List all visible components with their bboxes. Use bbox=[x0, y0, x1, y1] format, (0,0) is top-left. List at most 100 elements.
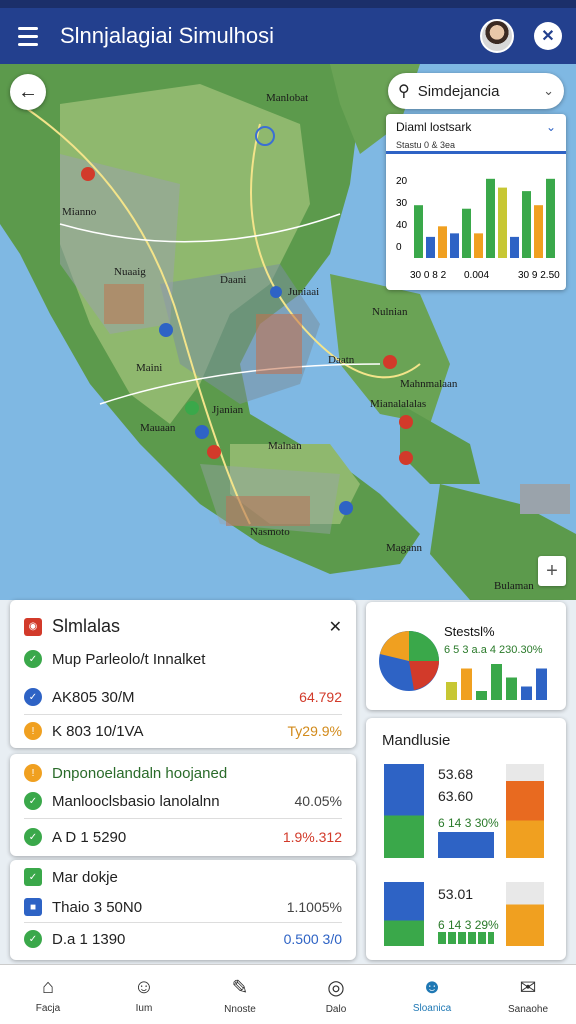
nav-item-active[interactable]: ☻ Sloanica bbox=[384, 965, 480, 1024]
map-label: Jjanian bbox=[212, 404, 244, 416]
mini-chart-title: Diaml lostsark bbox=[396, 120, 472, 134]
panel-title: Mandlusie bbox=[382, 732, 451, 749]
nav-item-tag[interactable]: ✎ Nnoste bbox=[192, 965, 288, 1024]
summary-panel: ◉ Slmlalas ✕ ✓ Mup Parleolo/t Innalket ✓… bbox=[10, 600, 356, 748]
bar-block bbox=[506, 882, 544, 946]
map-label: Manlobat bbox=[266, 92, 309, 104]
bar-block bbox=[506, 764, 544, 858]
x-tick-label: 30 0 8 2 bbox=[410, 270, 447, 281]
row-label: D.a 1 1390 bbox=[52, 930, 126, 948]
row-label: A D 1 5290 bbox=[52, 828, 127, 846]
x-tick-label: 0.004 bbox=[464, 270, 489, 281]
menu-icon[interactable] bbox=[0, 8, 56, 64]
map-label: Daatn bbox=[328, 354, 355, 366]
mini-chart-subtitle: Stastu 0 & 3ea bbox=[396, 140, 456, 150]
bar bbox=[486, 178, 495, 258]
row-value: 0.500 3/0 bbox=[283, 931, 342, 947]
chat-icon: ✉ bbox=[519, 976, 537, 999]
row-label: Manlooclsbasio lanolalnn bbox=[52, 792, 220, 810]
block-pct: 6 14 3 30% bbox=[438, 816, 499, 830]
nav-label: Sloanica bbox=[412, 1002, 452, 1014]
check-icon: ✓ bbox=[24, 868, 42, 886]
warning-icon: ! bbox=[24, 764, 42, 782]
y-tick-label: 0 bbox=[396, 242, 402, 253]
info-panel: ! Dnponoelandaln hoojaned ✓ Manlooclsbas… bbox=[10, 754, 356, 856]
stats-title: Stestsl% bbox=[444, 624, 495, 639]
stat-bar bbox=[536, 668, 547, 700]
y-tick-label: 40 bbox=[396, 220, 408, 231]
bar-block bbox=[438, 932, 494, 944]
bar bbox=[534, 205, 543, 258]
bar bbox=[438, 226, 447, 258]
bar-block bbox=[384, 882, 424, 946]
bar bbox=[546, 178, 555, 258]
row-value: 1.1005% bbox=[286, 899, 342, 915]
check-icon: ✓ bbox=[24, 930, 42, 948]
details-panel: ✓ Mar dokje ■ Thaio 3 50N0 1.1005% ✓ D.a… bbox=[10, 860, 356, 960]
bar bbox=[462, 208, 471, 258]
map-label: Mianalalalas bbox=[370, 398, 427, 410]
bar bbox=[474, 233, 483, 258]
map-label: Maini bbox=[136, 362, 163, 374]
check-icon: ✓ bbox=[24, 650, 42, 668]
nav-label: Sanaohe bbox=[507, 1003, 549, 1015]
location-icon: ◎ bbox=[327, 976, 345, 999]
stat-bar bbox=[476, 691, 487, 700]
row-label: Thaio 3 50N0 bbox=[52, 898, 143, 916]
bar bbox=[498, 187, 507, 258]
row-value: 1.9%.312 bbox=[282, 829, 342, 845]
y-tick-label: 30 bbox=[396, 198, 408, 209]
tag-icon: ✎ bbox=[231, 976, 249, 999]
stat-bar bbox=[491, 664, 502, 700]
map-label: Nasmoto bbox=[250, 526, 290, 538]
panel-title: Slmlalas bbox=[52, 616, 121, 636]
map-label: Juniaai bbox=[288, 286, 320, 298]
chevron-down-icon[interactable]: ⌄ bbox=[546, 120, 556, 134]
nav-item-chat[interactable]: ✉ Sanaohe bbox=[480, 965, 576, 1024]
block-value: 53.01 bbox=[438, 886, 474, 902]
nav-item-location[interactable]: ◎ Dalo bbox=[288, 965, 384, 1024]
nav-label: Facja bbox=[35, 1002, 61, 1014]
tools-icon[interactable]: ✕ bbox=[534, 22, 562, 50]
map-label: Mianno bbox=[62, 206, 97, 218]
mini-chart-card: Diaml lostsark Stastu 0 & 3ea ⌄ 20 30 40 0 3… bbox=[386, 114, 566, 290]
home-icon: ⌂ bbox=[41, 975, 55, 998]
row-value: Ty29.9% bbox=[287, 723, 342, 739]
nav-item-home[interactable]: ⌂ Facja bbox=[0, 965, 96, 1024]
map-label: Mahnmalaan bbox=[400, 378, 458, 390]
chevron-down-icon[interactable]: ⌄ bbox=[543, 83, 554, 99]
back-button[interactable]: ← bbox=[10, 74, 46, 110]
stat-bar bbox=[446, 682, 457, 700]
bar bbox=[522, 191, 531, 258]
bar-block bbox=[438, 832, 494, 858]
stat-bar bbox=[461, 668, 472, 700]
search-text: Simdejancia bbox=[417, 82, 500, 100]
check-icon: ✓ bbox=[24, 688, 42, 706]
y-tick-label: 20 bbox=[396, 176, 408, 187]
nav-label: Nnoste bbox=[224, 1003, 256, 1015]
search-box[interactable]: ⚲ Simdejancia ⌄ bbox=[388, 73, 564, 109]
map-label: Bulaman bbox=[494, 580, 534, 592]
map-label: Malnan bbox=[268, 440, 302, 452]
status-bar bbox=[0, 0, 576, 8]
stat-bar bbox=[506, 677, 517, 700]
app-bar: Slnnjalagiai Simulhosi ✕ bbox=[0, 8, 576, 64]
nav-item-person[interactable]: ☺ Ium bbox=[96, 965, 192, 1024]
search-icon: ⚲ bbox=[398, 83, 410, 100]
block-pct: 6 14 3 29% bbox=[438, 918, 499, 932]
zoom-in-button[interactable]: + bbox=[538, 556, 566, 586]
close-icon[interactable]: ✕ bbox=[329, 617, 342, 637]
mandlusie-panel: Mandlusie 53.68 63.60 6 14 3 30% 53.01 6… bbox=[366, 718, 566, 960]
row-label: Mar dokje bbox=[52, 868, 118, 886]
block-value: 63.60 bbox=[438, 788, 474, 804]
bar bbox=[414, 205, 423, 258]
row-value: 40.05% bbox=[294, 793, 342, 809]
bar bbox=[426, 236, 435, 258]
arrow-left-icon: ← bbox=[18, 80, 38, 103]
avatar[interactable] bbox=[480, 19, 514, 53]
map-label: Mauaan bbox=[140, 422, 176, 434]
square-icon: ■ bbox=[24, 898, 42, 916]
map-label: Nuaaig bbox=[114, 266, 146, 278]
pie-chart bbox=[379, 631, 439, 691]
bar bbox=[450, 233, 459, 258]
